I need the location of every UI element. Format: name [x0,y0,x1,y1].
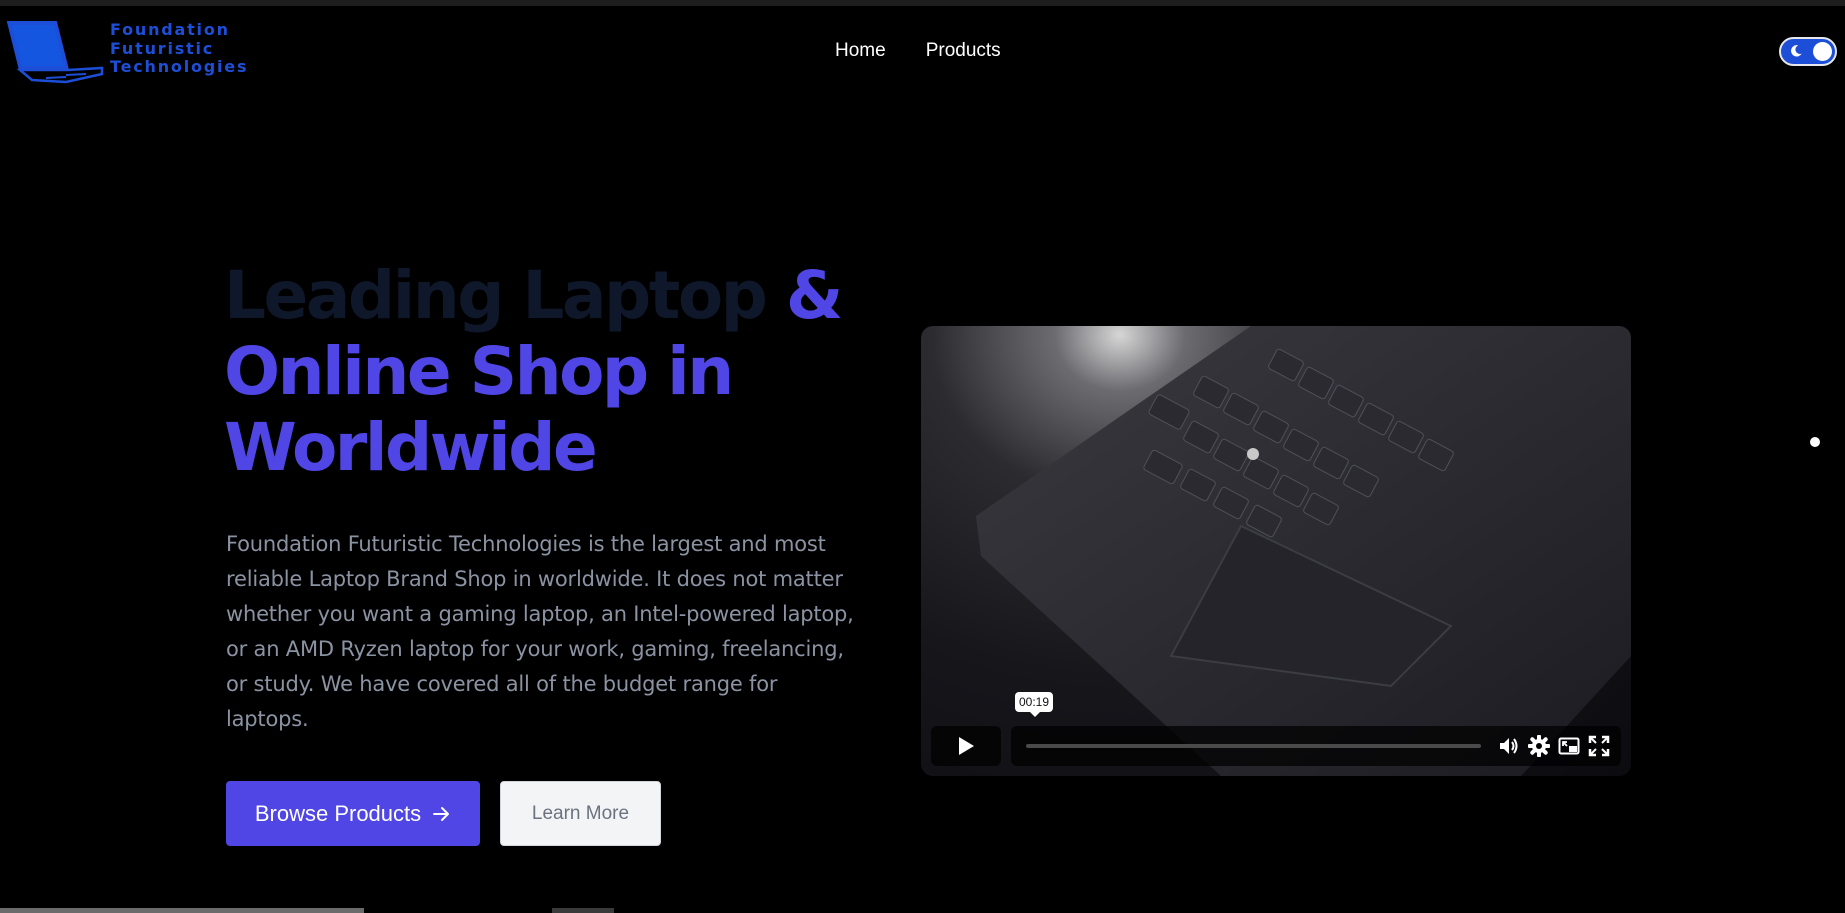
brand-name: Foundation Futuristic Technologies [110,20,249,77]
learn-more-button[interactable]: Learn More [500,781,661,846]
video-controls: 00:19 [931,692,1621,766]
settings-icon[interactable] [1528,735,1550,757]
brand-line-3: Technologies [110,57,249,76]
brand-line-1: Foundation [110,20,230,39]
brand-logo[interactable]: Foundation Futuristic Technologies [6,20,266,86]
play-button[interactable] [931,726,1001,766]
browse-products-button[interactable]: Browse Products [226,781,480,846]
moon-icon [1791,45,1802,57]
nav-products-link[interactable]: Products [926,40,1001,62]
arrow-right-icon [433,806,450,821]
carousel-dot[interactable] [1810,437,1820,447]
hero-title-part1: Leading Laptop [224,257,786,334]
toggle-knob [1813,42,1832,61]
volume-icon[interactable] [1498,735,1520,757]
video-player[interactable]: 00:19 [921,326,1631,776]
hero-title: Leading Laptop & Online Shop in Worldwid… [224,258,884,486]
main-nav: Home Products [835,40,1001,62]
pip-icon[interactable] [1558,735,1580,757]
nav-home-link[interactable]: Home [835,40,886,62]
play-icon [959,737,974,755]
scroll-indicator [552,908,614,913]
fullscreen-icon[interactable] [1588,735,1610,757]
top-border [0,0,1845,6]
browse-products-label: Browse Products [254,800,422,826]
horizontal-scrollbar[interactable] [0,908,364,913]
hero-description: Foundation Futuristic Technologies is th… [226,532,854,731]
brand-line-2: Futuristic [110,38,215,58]
theme-toggle[interactable] [1779,37,1837,66]
time-tooltip: 00:19 [1015,692,1054,717]
video-progress-bar[interactable] [1026,744,1481,748]
laptop-icon [6,21,104,84]
